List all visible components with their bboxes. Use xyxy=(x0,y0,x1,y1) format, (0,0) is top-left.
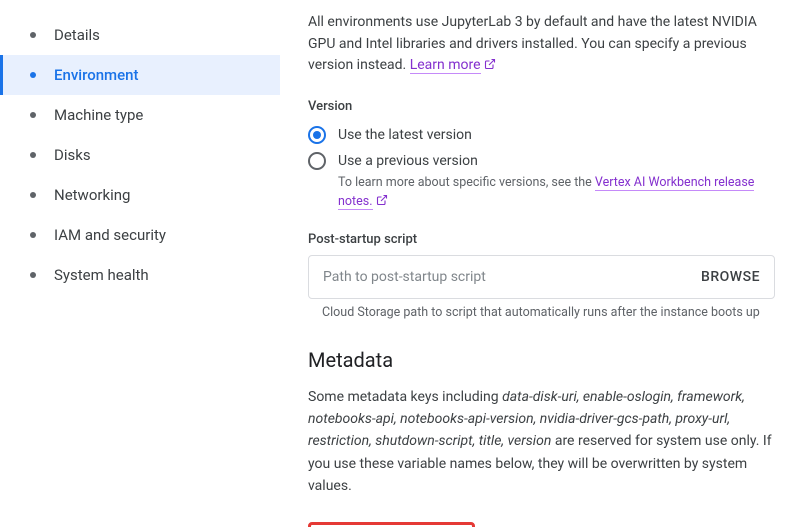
metadata-heading: Metadata xyxy=(308,348,775,372)
external-link-icon xyxy=(484,58,496,70)
post-startup-label: Post-startup script xyxy=(308,232,775,247)
version-helper: To learn more about specific versions, s… xyxy=(338,174,775,212)
dot-icon xyxy=(30,112,36,118)
dot-icon xyxy=(30,152,36,158)
radio-previous-version[interactable]: Use a previous version xyxy=(308,148,775,174)
dot-icon xyxy=(30,272,36,278)
radio-selected-icon xyxy=(308,126,326,144)
main-content: All environments use JupyterLab 3 by def… xyxy=(280,0,800,527)
dot-icon xyxy=(30,232,36,238)
sidebar-item-machine-type[interactable]: Machine type xyxy=(0,95,280,135)
sidebar-item-label: System health xyxy=(54,266,149,284)
sidebar: Details Environment Machine type Disks N… xyxy=(0,0,280,527)
post-startup-input[interactable] xyxy=(323,269,701,285)
highlight-annotation: + ADD METADATA xyxy=(308,522,475,527)
dot-icon xyxy=(30,32,36,38)
sidebar-item-system-health[interactable]: System health xyxy=(0,255,280,295)
intro-text: All environments use JupyterLab 3 by def… xyxy=(308,12,775,77)
external-link-icon xyxy=(376,194,388,206)
version-label: Version xyxy=(308,99,775,114)
dot-icon xyxy=(30,192,36,198)
radio-latest-version[interactable]: Use the latest version xyxy=(308,122,775,148)
version-radio-group: Use the latest version Use a previous ve… xyxy=(308,122,775,212)
sidebar-item-environment[interactable]: Environment xyxy=(0,55,280,95)
button-row: + ADD METADATA CONTINUE xyxy=(308,522,775,527)
sidebar-item-details[interactable]: Details xyxy=(0,15,280,55)
learn-more-link[interactable]: Learn more xyxy=(410,57,481,74)
sidebar-item-label: Disks xyxy=(54,146,91,164)
sidebar-item-label: Environment xyxy=(54,66,139,84)
dot-icon xyxy=(30,72,36,78)
sidebar-item-iam-security[interactable]: IAM and security xyxy=(0,215,280,255)
post-startup-helper: Cloud Storage path to script that automa… xyxy=(322,305,775,320)
sidebar-item-networking[interactable]: Networking xyxy=(0,175,280,215)
radio-unselected-icon xyxy=(308,152,326,170)
metadata-description: Some metadata keys including data-disk-u… xyxy=(308,386,775,498)
sidebar-item-disks[interactable]: Disks xyxy=(0,135,280,175)
browse-button[interactable]: BROWSE xyxy=(701,269,760,285)
sidebar-item-label: Networking xyxy=(54,186,130,204)
sidebar-item-label: Machine type xyxy=(54,106,143,124)
post-startup-input-row: BROWSE xyxy=(308,255,775,299)
sidebar-item-label: IAM and security xyxy=(54,226,166,244)
sidebar-item-label: Details xyxy=(54,26,100,44)
